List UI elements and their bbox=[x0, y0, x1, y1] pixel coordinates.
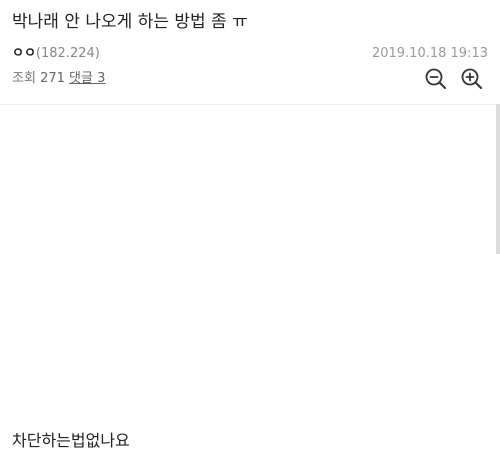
zoom-out-button[interactable] bbox=[423, 66, 449, 92]
zoom-out-icon bbox=[425, 68, 446, 89]
comments-label: 댓글 bbox=[69, 71, 93, 86]
zoom-in-button[interactable] bbox=[459, 66, 485, 92]
post-content: 차단하는법없나요 bbox=[0, 105, 500, 475]
post-header: 박나래 안 나오게 하는 방법 좀 ㅠ ㅇㅇ(182.224) 2019.10.… bbox=[0, 0, 500, 105]
views-label: 조회 bbox=[12, 71, 36, 86]
author-info: ㅇㅇ(182.224) bbox=[12, 45, 100, 63]
author-name[interactable]: ㅇㅇ bbox=[12, 46, 36, 61]
post-body-text: 차단하는법없나요 bbox=[12, 431, 130, 450]
post-date: 2019.10.18 19:13 bbox=[371, 46, 488, 61]
comments-link[interactable]: 댓글 3 bbox=[69, 71, 105, 86]
comments-count: 3 bbox=[97, 71, 106, 86]
post-stats: 조회 271 댓글 3 bbox=[12, 70, 105, 88]
views-count: 271 bbox=[40, 71, 65, 86]
author-ip: (182.224) bbox=[35, 46, 100, 61]
post-title: 박나래 안 나오게 하는 방법 좀 ㅠ bbox=[12, 12, 248, 32]
zoom-in-icon bbox=[461, 68, 482, 89]
